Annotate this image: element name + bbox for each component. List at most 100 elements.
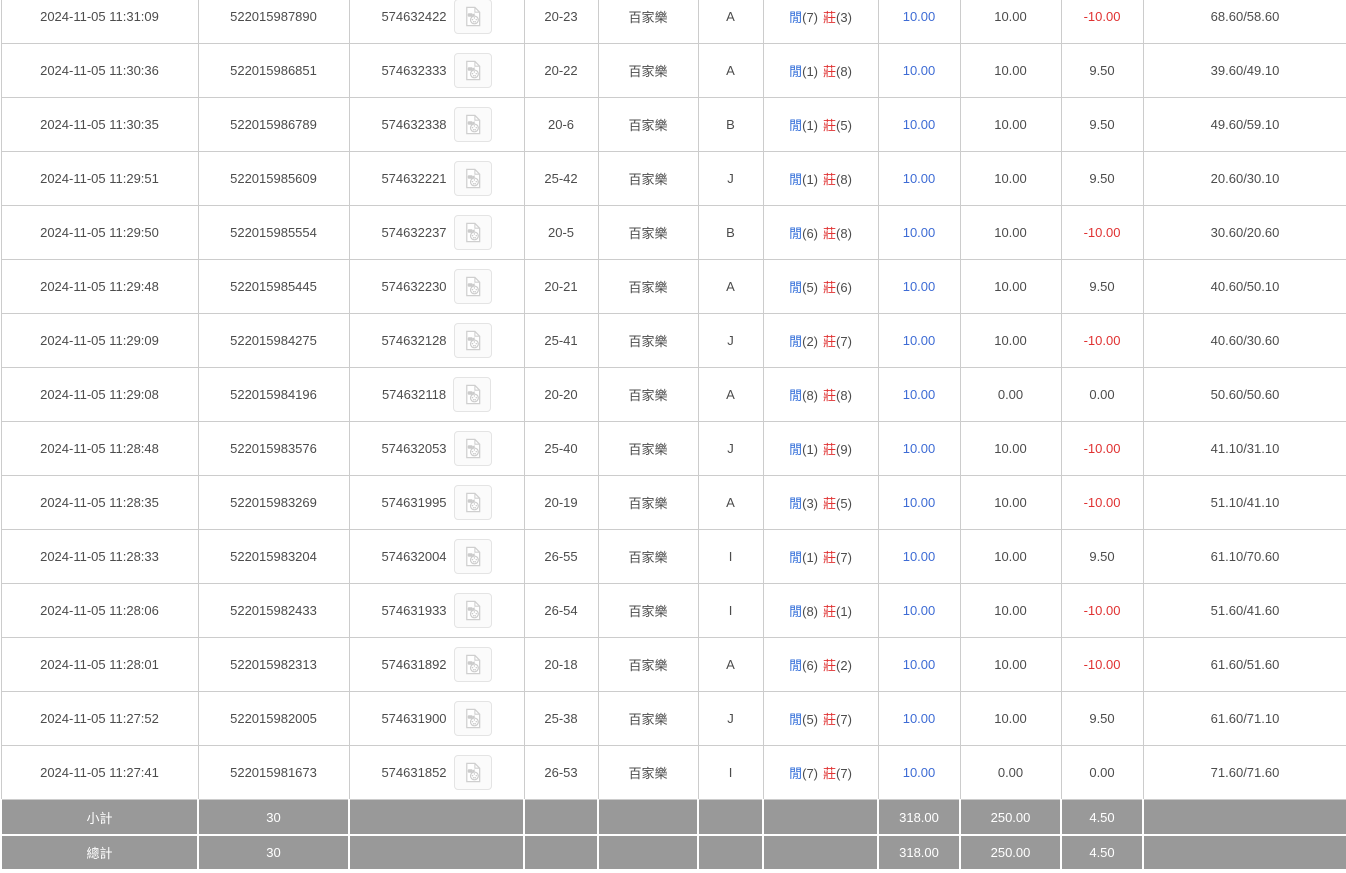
cell-round-no: 574632128: [349, 314, 524, 368]
cell-valid-amount: 10.00: [960, 152, 1061, 206]
bet-amount-link[interactable]: 10.00: [903, 603, 936, 618]
cell-bet-time: 2024-11-05 11:28:06: [1, 584, 198, 638]
player-result-label: 閒: [789, 172, 802, 187]
table-row: 2024-11-05 11:29:48 522015985445 5746322…: [1, 260, 1346, 314]
game-type: 百家樂: [628, 442, 667, 457]
cell-table-code: J: [698, 314, 763, 368]
cell-order-no: 522015981673: [198, 746, 349, 800]
bet-time: 2024-11-05 11:30:35: [40, 117, 159, 132]
empty-cell: [524, 835, 598, 870]
cell-game-result: 閒(1)莊(7): [763, 530, 878, 584]
bet-time: 2024-11-05 11:28:35: [40, 495, 159, 510]
cell-bet-time: 2024-11-05 11:28:01: [1, 638, 198, 692]
game-type: 百家樂: [628, 550, 667, 565]
video-replay-button[interactable]: [454, 0, 492, 34]
player-points: (7): [802, 10, 818, 25]
video-replay-button[interactable]: [454, 431, 492, 466]
valid-amount: 10.00: [994, 63, 1027, 78]
bet-amount-link[interactable]: 10.00: [903, 225, 936, 240]
video-replay-button[interactable]: [454, 53, 492, 88]
balance-value: 71.60/71.60: [1211, 765, 1280, 780]
bet-amount-link[interactable]: 10.00: [903, 495, 936, 510]
bet-time: 2024-11-05 11:29:09: [40, 333, 159, 348]
bet-amount-link[interactable]: 10.00: [903, 171, 936, 186]
order-number: 522015986789: [230, 117, 317, 132]
video-replay-button[interactable]: [454, 539, 492, 574]
shoe-round: 20-6: [548, 117, 574, 132]
bet-amount-link[interactable]: 10.00: [903, 117, 936, 132]
bet-amount-link[interactable]: 10.00: [903, 387, 936, 402]
cell-game-type: 百家樂: [598, 98, 698, 152]
cell-game-result: 閒(7)莊(3): [763, 0, 878, 44]
cell-balance: 30.60/20.60: [1143, 206, 1346, 260]
cell-order-no: 522015983269: [198, 476, 349, 530]
cell-bet-time: 2024-11-05 11:29:50: [1, 206, 198, 260]
game-type: 百家樂: [628, 496, 667, 511]
subtotal-bet: 318.00: [878, 800, 960, 836]
bet-amount-link[interactable]: 10.00: [903, 441, 936, 456]
cell-shoe-round: 25-41: [524, 314, 598, 368]
subtotal-payout: 4.50: [1061, 800, 1143, 836]
shoe-round: 20-20: [544, 387, 577, 402]
video-file-icon: [462, 708, 483, 729]
table-row: 2024-11-05 11:28:35 522015983269 5746319…: [1, 476, 1346, 530]
bet-amount-link[interactable]: 10.00: [903, 657, 936, 672]
game-type: 百家樂: [628, 658, 667, 673]
cell-game-result: 閒(6)莊(2): [763, 638, 878, 692]
cell-bet-time: 2024-11-05 11:27:41: [1, 746, 198, 800]
payout-amount: 9.50: [1089, 549, 1114, 564]
cell-balance: 68.60/58.60: [1143, 0, 1346, 44]
player-points: (5): [802, 280, 818, 295]
cell-game-type: 百家樂: [598, 152, 698, 206]
bet-amount-link[interactable]: 10.00: [903, 63, 936, 78]
shoe-round: 20-19: [544, 495, 577, 510]
video-replay-button[interactable]: [454, 755, 492, 790]
table-code: B: [726, 117, 735, 132]
bet-records-panel: 2024-11-05 11:31:09 522015987890 5746324…: [0, 0, 1346, 873]
cell-game-type: 百家樂: [598, 44, 698, 98]
shoe-round: 20-23: [544, 9, 577, 24]
balance-value: 20.60/30.10: [1211, 171, 1280, 186]
table-row: 2024-11-05 11:29:50 522015985554 5746322…: [1, 206, 1346, 260]
cell-round-no: 574632333: [349, 44, 524, 98]
video-file-icon: [462, 492, 483, 513]
table-code: I: [729, 549, 733, 564]
cell-balance: 40.60/30.60: [1143, 314, 1346, 368]
video-replay-button[interactable]: [454, 647, 492, 682]
shoe-round: 25-42: [544, 171, 577, 186]
empty-cell: [698, 800, 763, 836]
video-replay-button[interactable]: [454, 107, 492, 142]
bet-amount-link[interactable]: 10.00: [903, 549, 936, 564]
balance-value: 61.60/71.10: [1211, 711, 1280, 726]
cell-bet-time: 2024-11-05 11:29:09: [1, 314, 198, 368]
cell-valid-amount: 0.00: [960, 746, 1061, 800]
payout-amount: -10.00: [1084, 495, 1121, 510]
video-replay-button[interactable]: [454, 161, 492, 196]
video-replay-button[interactable]: [453, 377, 491, 412]
bet-amount-link[interactable]: 10.00: [903, 765, 936, 780]
video-replay-button[interactable]: [454, 269, 492, 304]
balance-value: 40.60/30.60: [1211, 333, 1280, 348]
video-replay-button[interactable]: [454, 323, 492, 358]
balance-value: 41.10/31.10: [1211, 441, 1280, 456]
cell-bet-amount: 10.00: [878, 638, 960, 692]
cell-shoe-round: 20-18: [524, 638, 598, 692]
banker-points: (1): [836, 604, 852, 619]
video-replay-button[interactable]: [454, 701, 492, 736]
bet-amount-link[interactable]: 10.00: [903, 9, 936, 24]
player-points: (5): [802, 712, 818, 727]
cell-valid-amount: 10.00: [960, 98, 1061, 152]
bet-amount-link[interactable]: 10.00: [903, 279, 936, 294]
bet-amount-link[interactable]: 10.00: [903, 711, 936, 726]
cell-round-no: 574632118: [349, 368, 524, 422]
balance-value: 50.60/50.60: [1211, 387, 1280, 402]
video-replay-button[interactable]: [454, 485, 492, 520]
video-replay-button[interactable]: [454, 215, 492, 250]
empty-cell: [763, 835, 878, 870]
video-replay-button[interactable]: [454, 593, 492, 628]
bet-amount-link[interactable]: 10.00: [903, 333, 936, 348]
banker-result-label: 莊: [823, 118, 836, 133]
cell-balance: 61.60/51.60: [1143, 638, 1346, 692]
cell-shoe-round: 20-19: [524, 476, 598, 530]
cell-game-result: 閒(1)莊(8): [763, 152, 878, 206]
